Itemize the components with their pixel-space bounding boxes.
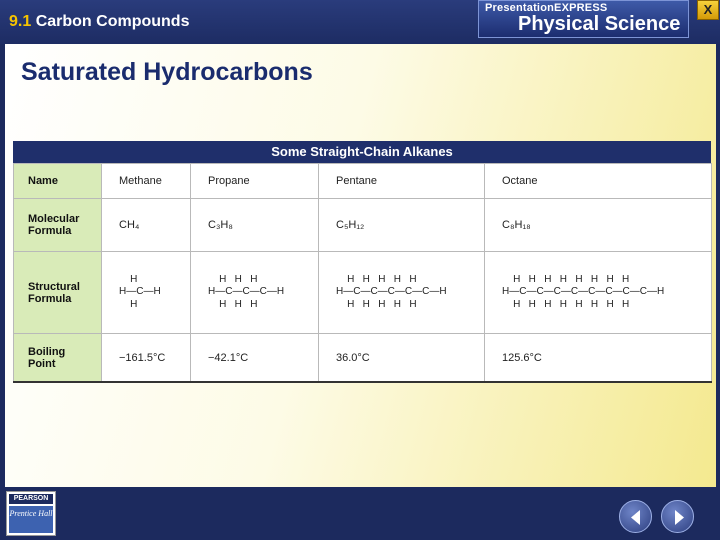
cell-bp-methane: −161.5°C [101,333,191,383]
cell-bp-propane: −42.1°C [190,333,319,383]
header-bar: 9.1 Carbon Compounds PresentationEXPRESS… [0,0,720,44]
arrow-left-icon [631,510,640,525]
structure-methane: H H—C—H H [101,251,191,334]
row-label-boiling-point: Boiling Point [13,333,102,383]
publisher-imprint: Prentice Hall [9,506,53,533]
structure-propane: H H H H—C—C—C—H H H H [190,251,319,334]
cell-formula-propane: C₃H₈ [190,198,319,252]
alkanes-table: Some Straight-Chain Alkanes Name Methane… [13,141,712,383]
slide-content: Saturated Hydrocarbons Some Straight-Cha… [5,44,716,487]
cell-bp-octane: 125.6°C [484,333,712,383]
cell-bp-pentane: 36.0°C [318,333,485,383]
cell-formula-octane: C₈H₁₈ [484,198,712,252]
next-slide-button[interactable] [661,500,694,533]
presentation-express-logo: PresentationEXPRESS Physical Science [478,0,689,38]
structure-pentane: H H H H H H—C—C—C—C—C—H H H H H H [318,251,485,334]
pearson-logo: PEARSON Prentice Hall [6,491,56,536]
structure-octane: H H H H H H H H H—C—C—C—C—C—C—C—C—H H H … [484,251,712,334]
arrow-right-icon [675,510,684,525]
cell-name-pentane: Pentane [318,163,485,199]
cell-name-methane: Methane [101,163,191,199]
slide-title: Saturated Hydrocarbons [21,58,313,86]
publisher-name: PEARSON [9,494,53,504]
cell-formula-methane: CH₄ [101,198,191,252]
section-number: 9.1 [9,13,32,30]
cell-name-octane: Octane [484,163,712,199]
cell-formula-pentane: C₅H₁₂ [318,198,485,252]
table-row: Structural Formula H H—C—H H H H H H—C—C… [13,251,712,334]
logo-title: Physical Science [518,13,681,35]
close-button[interactable]: X [697,0,719,20]
table-row: Name Methane Propane Pentane Octane [13,163,712,199]
table-row: Boiling Point −161.5°C −42.1°C 36.0°C 12… [13,333,712,383]
footer-bar: PEARSON Prentice Hall [0,487,720,540]
row-label-molecular-formula: Molecular Formula [13,198,102,252]
previous-slide-button[interactable] [619,500,652,533]
cell-name-propane: Propane [190,163,319,199]
table-caption: Some Straight-Chain Alkanes [13,141,711,163]
row-label-name: Name [13,163,102,199]
section-title: Carbon Compounds [35,13,190,30]
row-label-structural-formula: Structural Formula [13,251,102,334]
section-heading: 9.1 Carbon Compounds [9,13,189,31]
table-row: Molecular Formula CH₄ C₃H₈ C₅H₁₂ C₈H₁₈ [13,198,712,252]
